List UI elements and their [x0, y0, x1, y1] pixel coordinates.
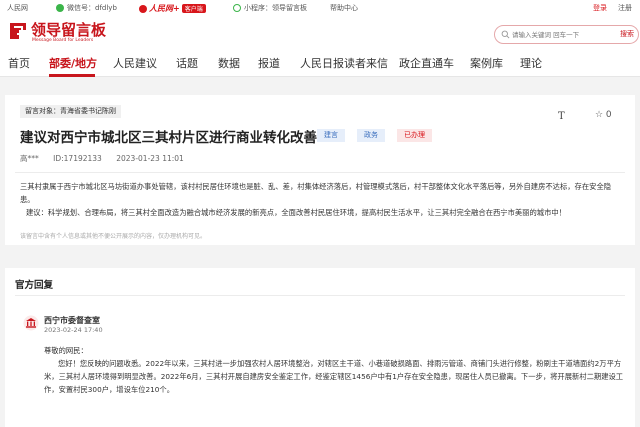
site-link[interactable]: 人民网: [7, 3, 28, 13]
post-card: 留言对象：青海省委书记陈刚 T ☆ 0 建议对西宁市城北区三其村片区进行商业转化…: [5, 95, 635, 245]
government-building-icon: [23, 315, 39, 331]
search-button[interactable]: 搜索: [620, 29, 634, 39]
mini-program-info[interactable]: 小程序：领导留言板: [233, 3, 307, 13]
post-body: 三其村隶属于西宁市城北区马坊街道办事处管辖，该村村民居住环境也是脏、乱、差，村集…: [20, 180, 625, 219]
register-link[interactable]: 注册: [618, 3, 632, 13]
nav-theory[interactable]: 理论: [520, 55, 542, 71]
wechat-label: 微信号：dfdlyb: [67, 4, 117, 12]
divider: [15, 295, 625, 296]
nav-reader-letters[interactable]: 人民日报读者来信: [300, 55, 388, 71]
reply-greeting: 尊敬的网民：: [44, 346, 88, 355]
post-time: 2023-01-23 11:01: [116, 154, 184, 163]
nav-home[interactable]: 首页: [8, 55, 30, 71]
reply-time: 2023-02-24 17:40: [44, 326, 103, 334]
post-paragraph: 建议：科学规划、合理布局，将三其村全面改造为融合城市经济发展的新亮点，全面改善村…: [26, 208, 566, 217]
rmw-icon: [139, 4, 147, 13]
post-id: ID:17192133: [53, 154, 102, 163]
tag-government[interactable]: 政务: [357, 129, 385, 142]
post-meta: 高*** ID:17192133 2023-01-23 11:01: [20, 153, 196, 164]
wechat-icon: [56, 4, 64, 12]
divider: [15, 172, 625, 173]
nav-data[interactable]: 数据: [218, 55, 240, 71]
privacy-disclaimer: 该留言中含有个人信息或其他不便公开展示的内容，仅办理机构可见。: [20, 233, 207, 240]
favorite-button[interactable]: ☆ 0: [595, 110, 612, 120]
wechat-info[interactable]: 微信号：dfdlyb: [56, 3, 117, 13]
post-title: 建议对西宁市城北区三其村片区进行商业转化改善: [20, 130, 317, 146]
help-center-link[interactable]: 帮助中心: [330, 3, 358, 13]
logo-title[interactable]: 领导留言板: [31, 19, 106, 40]
font-size-icon[interactable]: T: [558, 111, 565, 122]
top-bar: 人民网 微信号：dfdlyb 人民网+ 客户端 小程序：领导留言板 帮助中心 登…: [0, 0, 640, 15]
post-author: 高***: [20, 154, 39, 163]
reply-body: 尊敬的网民： 您好！您反映的问题收悉。2022年以来，三其村进一步加强农村人居环…: [44, 344, 629, 396]
mini-program-label: 小程序：领导留言板: [244, 4, 307, 12]
site-label: 人民网: [7, 4, 28, 12]
tag-suggestion[interactable]: 建言: [317, 129, 345, 142]
mini-program-icon: [233, 4, 241, 12]
main-nav: 首页 部委/地方 人民建议 话题 数据 报道 人民日报读者来信 政企直通车 案例…: [0, 47, 640, 77]
reply-paragraph: 您好！您反映的问题收悉。2022年以来，三其村进一步加强农村人居环境整治，对辖区…: [44, 359, 624, 394]
status-badge: 已办理: [397, 129, 432, 142]
reply-heading: 官方回复: [15, 280, 54, 291]
message-target: 留言对象：青海省委书记陈刚: [20, 105, 121, 118]
nav-topics[interactable]: 话题: [176, 55, 198, 71]
reply-card: 官方回复 西宁市委督查室 2023-02-24 17:40 尊敬的网民： 您好！…: [5, 268, 635, 427]
reply-org-name: 西宁市委督查室: [44, 316, 100, 325]
nav-case-library[interactable]: 案例库: [470, 55, 503, 71]
rmw-plus-link[interactable]: 人民网+ 客户端: [139, 3, 206, 14]
nav-enterprise-express[interactable]: 政企直通车: [399, 55, 454, 71]
rmw-client-badge: 客户端: [181, 4, 206, 13]
search-input[interactable]: [512, 29, 600, 40]
login-link[interactable]: 登录: [593, 3, 607, 13]
nav-people-suggestions[interactable]: 人民建议: [113, 55, 157, 71]
search-icon: [501, 30, 510, 39]
site-logo-icon[interactable]: [8, 21, 28, 41]
logo-subtitle: Message Board for Leaders: [32, 38, 94, 43]
search-box: 搜索: [494, 25, 639, 44]
post-paragraph: 三其村隶属于西宁市城北区马坊街道办事处管辖，该村村民居住环境也是脏、乱、差，村集…: [20, 182, 612, 204]
rmw-plus-logo: 人民网+: [149, 3, 180, 13]
nav-ministries-local[interactable]: 部委/地方: [49, 55, 97, 71]
nav-reports[interactable]: 报道: [258, 55, 280, 71]
nav-active-underline: [49, 74, 95, 77]
